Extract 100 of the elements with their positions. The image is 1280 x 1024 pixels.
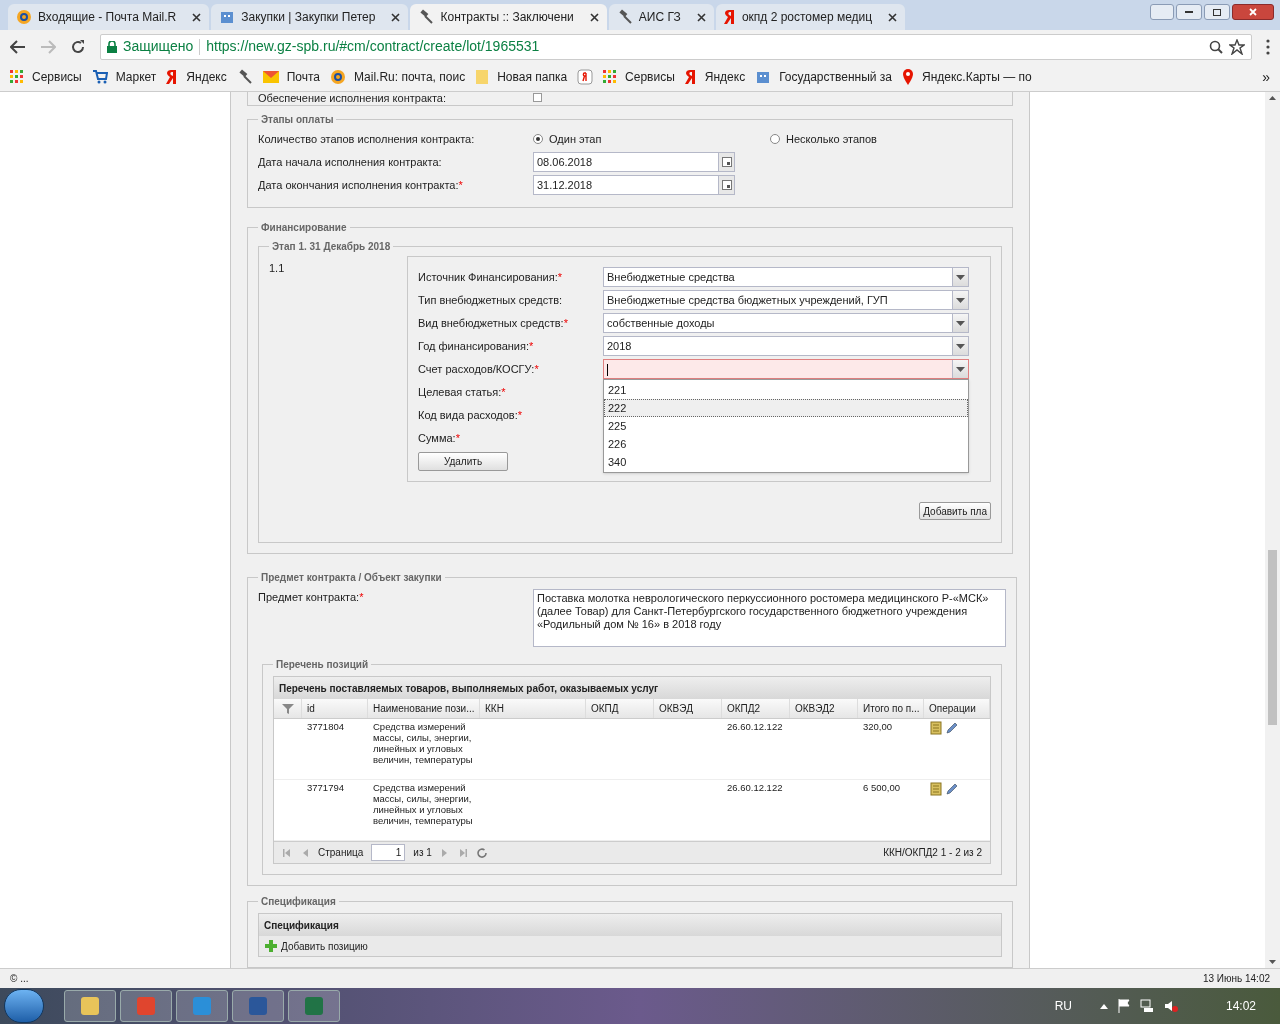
flag-icon[interactable] <box>1117 999 1130 1013</box>
browser-tab[interactable]: Закупки | Закупки Петер <box>211 4 409 30</box>
muted-speaker-icon[interactable] <box>1163 999 1178 1013</box>
dropdown-option[interactable]: 340 <box>604 453 968 471</box>
scroll-up-icon[interactable] <box>1269 96 1276 100</box>
network-icon[interactable] <box>1139 999 1154 1013</box>
close-icon[interactable] <box>1232 4 1274 20</box>
language-indicator[interactable]: RU <box>1054 997 1072 1015</box>
browser-tab[interactable]: Входящие - Почта Mail.R <box>8 4 210 30</box>
column-header[interactable]: ОКВЭД <box>654 699 722 718</box>
radio-option[interactable]: Один этап <box>533 130 770 148</box>
calendar-icon[interactable] <box>718 176 734 194</box>
field-label: Дата начала исполнения контракта: <box>258 154 443 170</box>
bookmark-item[interactable]: Яндекс <box>166 68 227 86</box>
bookmark-item[interactable]: Новая папка <box>475 68 568 86</box>
field-label: Целевая статья:* <box>418 384 507 400</box>
combo-field[interactable]: Внебюджетные средства бюджетных учреждений, ГУП <box>603 290 969 310</box>
bookmark-item[interactable]: Государственный за <box>755 68 892 86</box>
column-header[interactable]: Операции <box>924 699 990 718</box>
column-header[interactable]: Итого по п... <box>858 699 924 718</box>
section-legend: Предмет контракта / Объект закупки <box>258 570 445 585</box>
bookmark-item[interactable]: Сервисы <box>603 68 675 86</box>
date-field[interactable]: 31.12.2018 <box>533 175 735 195</box>
grid-title: Спецификация <box>259 914 1001 936</box>
scroll-icon[interactable] <box>929 721 943 735</box>
pencil-icon[interactable] <box>945 782 959 796</box>
minimize-icon[interactable] <box>1176 4 1202 20</box>
column-header[interactable]: Наименование пози... <box>368 699 480 718</box>
close-icon[interactable] <box>391 12 401 22</box>
scrollbar-thumb[interactable] <box>1268 550 1277 725</box>
radio-option[interactable]: Несколько этапов <box>770 130 877 148</box>
more-bookmarks-button[interactable]: » <box>1262 66 1270 88</box>
taskbar-clock[interactable]: 14:02 <box>1205 997 1276 1015</box>
menu-icon[interactable] <box>1266 38 1270 55</box>
dropdown-option[interactable]: 226 <box>604 435 968 453</box>
column-header[interactable]: ОКПД <box>586 699 654 718</box>
field-label: Тип внебюджетных средств: <box>418 292 564 308</box>
radio-button[interactable] <box>533 134 543 144</box>
browser-tab[interactable]: Контракты :: Заключени <box>410 4 607 30</box>
field-label: Предмет контракта:* <box>258 590 365 605</box>
column-header[interactable]: ККН <box>480 699 586 718</box>
tab-title: окпд 2 ростомер медиц <box>741 9 873 26</box>
page-field[interactable]: 1 <box>371 844 406 861</box>
star-icon[interactable] <box>1229 38 1245 55</box>
dropdown-option[interactable]: 221 <box>604 381 968 399</box>
zoom-icon[interactable] <box>1209 39 1223 54</box>
browser-tab[interactable]: АИС ГЗ <box>608 4 714 30</box>
add-position-button[interactable]: Добавить позицию <box>259 936 1001 956</box>
checkbox[interactable] <box>533 93 542 102</box>
dropdown-option[interactable]: 225 <box>604 417 968 435</box>
taskbar-app-button[interactable] <box>232 990 284 1022</box>
address-field[interactable]: Защищено https://new.gz-spb.ru/#cm/contract/create/lot/1965531 <box>100 33 1252 60</box>
subject-textarea[interactable]: Поставка молотка неврологического перкуссионного ростомера медицинского Р-«МСК» (далее Товар) для Санкт-Петербургского государственного бюджетного учреждения «Родильный дом № 16» в 2018 году <box>533 589 1006 647</box>
scroll-icon[interactable] <box>929 782 943 796</box>
bookmark-item[interactable]: Сервисы <box>10 68 82 86</box>
up-arrow-icon[interactable] <box>1099 1003 1108 1009</box>
bookmark-item[interactable]: Яндекс.Карты — по <box>902 68 1032 86</box>
bookmark-item[interactable] <box>236 69 253 85</box>
column-header[interactable]: ОКВЭД2 <box>790 699 858 718</box>
reload-icon[interactable] <box>70 38 86 55</box>
bookmark-item[interactable]: Яндекс <box>684 68 746 86</box>
close-icon[interactable] <box>192 12 202 22</box>
close-icon[interactable] <box>696 12 706 22</box>
pencil-icon[interactable] <box>945 721 959 735</box>
yandex-letter-icon <box>723 9 736 25</box>
dropdown-option[interactable]: 222 <box>604 399 968 417</box>
start-button[interactable] <box>4 989 44 1023</box>
close-icon[interactable] <box>589 12 599 22</box>
back-arrow-icon[interactable] <box>10 39 26 54</box>
refresh-icon[interactable] <box>475 846 488 859</box>
filter-icon[interactable] <box>281 702 294 715</box>
calendar-icon[interactable] <box>718 153 734 171</box>
table-cell-text: 6 500,00 <box>863 782 901 793</box>
taskbar-app-button[interactable] <box>64 990 116 1022</box>
combo-field[interactable]: Внебюджетные средства <box>603 267 969 287</box>
column-header[interactable]: id <box>302 699 368 718</box>
bookmark-item[interactable] <box>577 69 594 85</box>
scroll-down-icon[interactable] <box>1269 960 1276 964</box>
date-field[interactable]: 08.06.2018 <box>533 152 735 172</box>
column-header[interactable]: ОКПД2 <box>722 699 790 718</box>
section-legend: Этапы оплаты <box>258 112 337 127</box>
restore-icon[interactable] <box>1204 4 1230 20</box>
combo-field[interactable] <box>603 359 969 379</box>
field-label: Обеспечение исполнения контракта: <box>258 92 448 104</box>
table-cell-text: 26.60.12.122 <box>727 782 784 793</box>
combo-field[interactable]: 2018 <box>603 336 969 356</box>
bookmark-item[interactable]: Маркет <box>91 68 157 86</box>
add-button[interactable]: Добавить пла <box>919 502 991 520</box>
padlock-icon <box>107 40 117 53</box>
status-left-text: © ... <box>10 972 29 986</box>
close-icon[interactable] <box>888 12 898 22</box>
scrollbar[interactable] <box>1265 92 1280 968</box>
section-legend: Перечень позиций <box>273 657 372 672</box>
combo-field[interactable]: собственные доходы <box>603 313 969 333</box>
table-cell-text: Средства измерений массы, силы, энергии, линейных и угловых величин, температуры <box>373 782 474 826</box>
bookmark-item[interactable]: Mail.Ru: почта, поис <box>330 68 466 86</box>
browser-tab[interactable]: окпд 2 ростомер медиц <box>715 4 906 30</box>
delete-button[interactable]: Удалить <box>418 452 508 471</box>
bookmark-item[interactable]: Почта <box>262 68 321 86</box>
radio-button[interactable] <box>770 134 780 144</box>
